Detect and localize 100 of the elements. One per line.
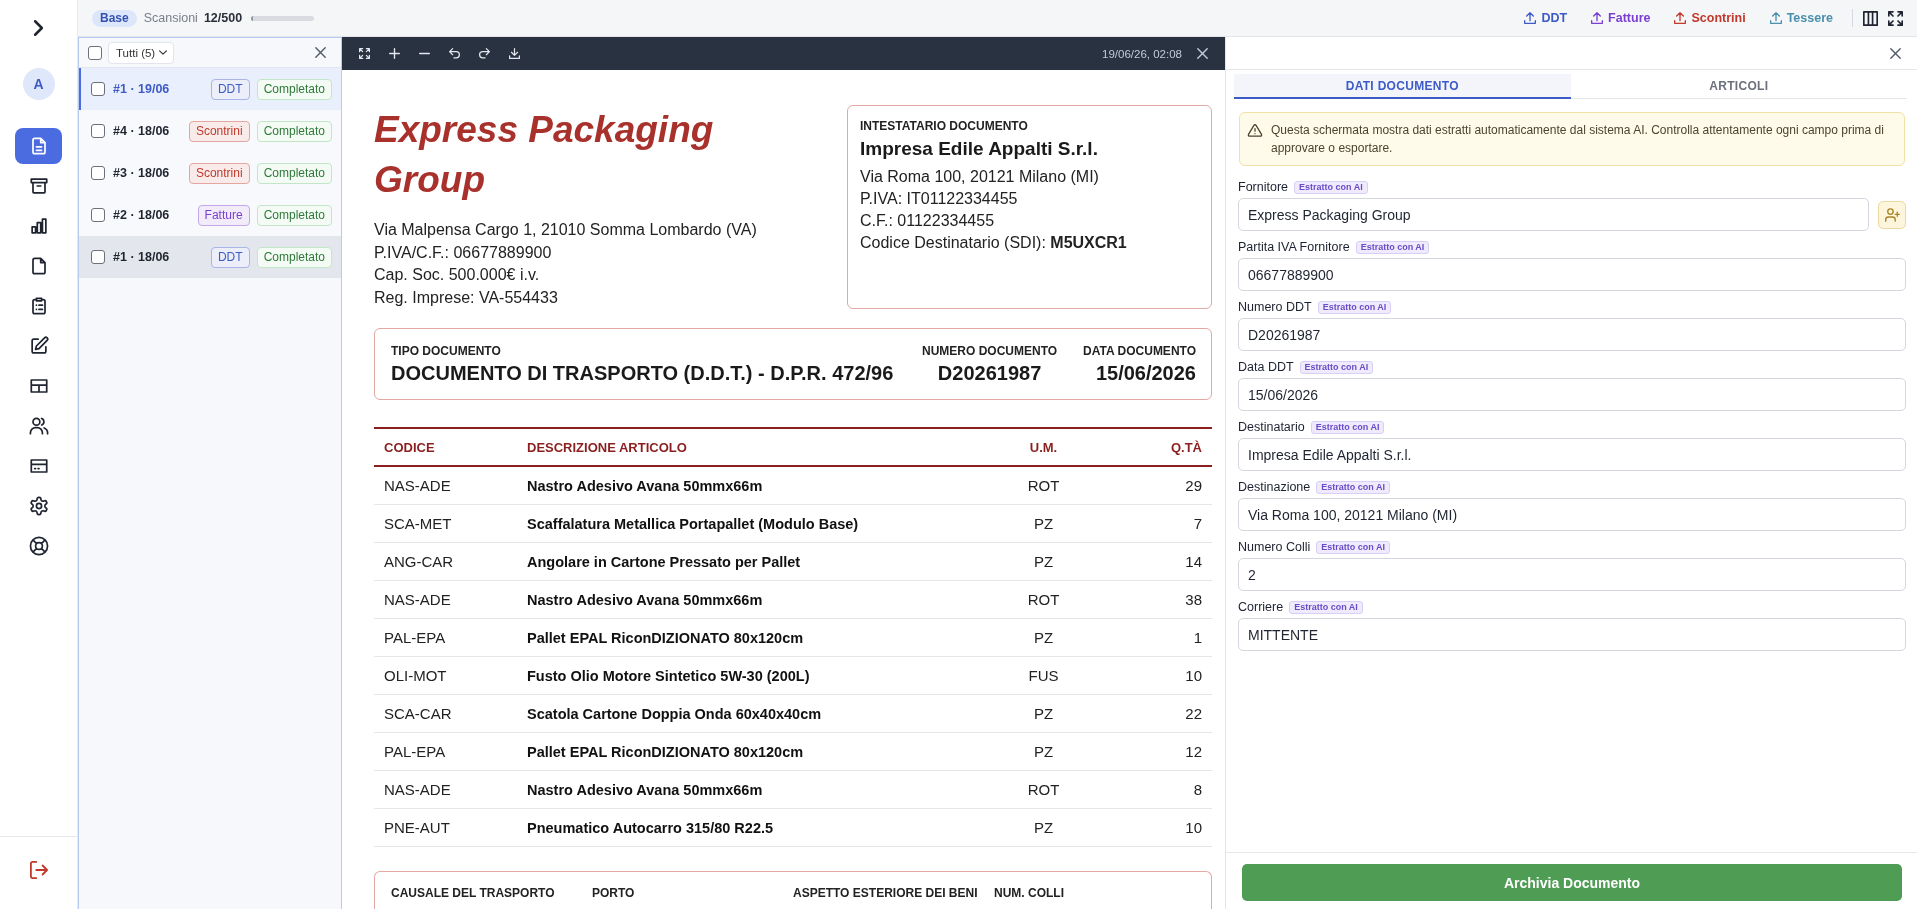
company-name: Express Packaging Group [374, 108, 715, 202]
minus-icon [418, 52, 430, 55]
upload-button[interactable]: Fatture [1586, 7, 1656, 29]
ai-extracted-tag: Estratto con AI [1310, 420, 1385, 434]
text-input[interactable]: 2 [1238, 558, 1906, 591]
table-cell: 22 [1101, 694, 1212, 733]
timestamp: 19/06/26, 02:08 [1102, 47, 1182, 60]
scans-label: Scansioni [143, 11, 198, 25]
table-cell: 8 [1101, 770, 1212, 809]
table-cell: PAL-EPA [374, 618, 517, 657]
recipient-heading: INTESTATARIO DOCUMENTO [860, 118, 1029, 134]
table-cell: NAS-ADE [374, 580, 517, 619]
text-input[interactable]: D20261987 [1238, 318, 1906, 351]
scan-title: #2 · 18/06 [113, 208, 170, 222]
table-cell: PZ [986, 504, 1101, 543]
text-input[interactable]: MITTENTE [1238, 618, 1906, 651]
info-value: DOCUMENTO DI TRASPORTO (D.D.T.) - D.P.R. 472/96 [391, 361, 895, 385]
transport-field-label: PORTO [592, 886, 636, 900]
company-detail-line: Reg. Imprese: VA-554433 [374, 287, 559, 308]
table-cell: Nastro Adesivo Avana 50mmx66m [517, 580, 986, 619]
expand-icon [1888, 10, 1903, 26]
add-supplier-button[interactable] [1878, 200, 1906, 229]
select-all-checkbox[interactable] [88, 45, 102, 60]
avatar[interactable]: A [22, 68, 55, 100]
field-label: Destinazione [1238, 480, 1311, 494]
table-cell: PZ [986, 694, 1101, 733]
column-header: DESCRIZIONE ARTICOLO [517, 428, 986, 466]
table-cell: NAS-ADE [374, 466, 517, 505]
text-input[interactable]: Express Packaging Group [1238, 198, 1869, 231]
status-tag: Completato [256, 162, 332, 184]
close-button[interactable] [312, 44, 329, 61]
field-label: Fornitore [1238, 180, 1289, 194]
table-icon [29, 377, 48, 395]
document-type-tag: DDT [210, 78, 250, 100]
company-detail-line: Via Malpensa Cargo 1, 21010 Somma Lombardo (VA) [374, 220, 758, 240]
upload-button[interactable]: DDT [1519, 7, 1573, 29]
document-type-tag: Fatture [197, 204, 250, 226]
table-cell: PZ [986, 542, 1101, 581]
expand-icon [358, 48, 370, 59]
table-cell: SCA-MET [374, 504, 517, 543]
close-icon [315, 47, 326, 58]
recipient-detail-line: Codice Destinatario (SDI): M5UXCR1 [860, 233, 1128, 253]
settings-icon [29, 497, 48, 515]
scan-title: #1 · 18/06 [113, 250, 170, 264]
recipient-detail-line: C.F.: 01122334455 [860, 211, 996, 231]
status-tag: Completato [256, 78, 332, 100]
upload-icon [1591, 12, 1604, 24]
column-header: U.M. [986, 428, 1101, 466]
table-cell: NAS-ADE [374, 770, 517, 809]
table-cell: Nastro Adesivo Avana 50mmx66m [517, 770, 986, 809]
table-cell: OLI-MOT [374, 656, 517, 695]
table-cell: PAL-EPA [374, 732, 517, 771]
plan-badge: Base [92, 9, 137, 27]
ai-extracted-tag: Estratto con AI [1299, 360, 1374, 374]
checkbox[interactable] [91, 250, 105, 264]
checkbox[interactable] [91, 124, 105, 138]
table-cell: SCA-CAR [374, 694, 517, 733]
company-detail-line: P.IVA/C.F.: 06677889900 [374, 242, 553, 263]
field-label: Numero Colli [1238, 540, 1311, 554]
ai-extracted-tag: Estratto con AI [1294, 180, 1368, 194]
table-cell: ROT [986, 580, 1101, 619]
table-cell: PZ [986, 732, 1101, 771]
checkbox[interactable] [91, 166, 105, 180]
text-input[interactable]: Impresa Edile Appalti S.r.l. [1238, 438, 1906, 471]
user-plus-icon [1884, 207, 1900, 222]
transport-field-label: CAUSALE DEL TRASPORTO [391, 886, 556, 900]
ai-extracted-tag: Estratto con AI [1289, 600, 1363, 614]
field-label: Numero DDT [1238, 300, 1312, 314]
chevron-right-icon [34, 20, 43, 36]
table-cell: Angolare in Cartone Pressato per Pallet [517, 542, 986, 581]
scan-list-item[interactable]: #1 · 18/06 DDT Completato [79, 236, 341, 278]
scans-count: 12/500 [203, 11, 243, 25]
info-value: 15/06/2026 [1094, 361, 1196, 385]
clipboard-list-icon [29, 297, 48, 315]
info-label: TIPO DOCUMENTO [391, 343, 502, 359]
status-tag: Completato [256, 246, 332, 268]
field-label: Corriere [1238, 600, 1284, 614]
table-cell: Pneumatico Autocarro 315/80 R22.5 [517, 808, 986, 847]
upload-icon [1674, 12, 1687, 24]
upload-button[interactable]: Scontrini [1669, 7, 1751, 29]
tab[interactable]: ARTICOLI [1570, 74, 1907, 99]
rotate-left-icon [448, 48, 460, 59]
text-input[interactable]: Via Roma 100, 20121 Milano (MI) [1238, 498, 1906, 531]
text-input[interactable]: 15/06/2026 [1238, 378, 1906, 411]
lifebuoy-icon [29, 537, 48, 555]
text-input[interactable]: 06677889900 [1238, 258, 1906, 291]
logout-button[interactable] [29, 861, 48, 879]
checkbox[interactable] [91, 208, 105, 222]
users-icon [29, 417, 48, 435]
table-cell: ROT [986, 466, 1101, 505]
filter-dropdown[interactable]: Tutti (5) [108, 41, 175, 64]
close-icon [1196, 48, 1208, 59]
caret-down-icon [159, 50, 168, 55]
scan-list-item[interactable]: #1 · 19/06 DDT Completato [79, 68, 341, 110]
column-header: CODICE [374, 428, 517, 466]
file-text-icon [29, 137, 48, 155]
tab[interactable]: DATI DOCUMENTO [1234, 74, 1571, 99]
field-label: Destinatario [1238, 420, 1305, 434]
bar-chart-icon [29, 217, 48, 235]
checkbox[interactable] [91, 82, 105, 96]
